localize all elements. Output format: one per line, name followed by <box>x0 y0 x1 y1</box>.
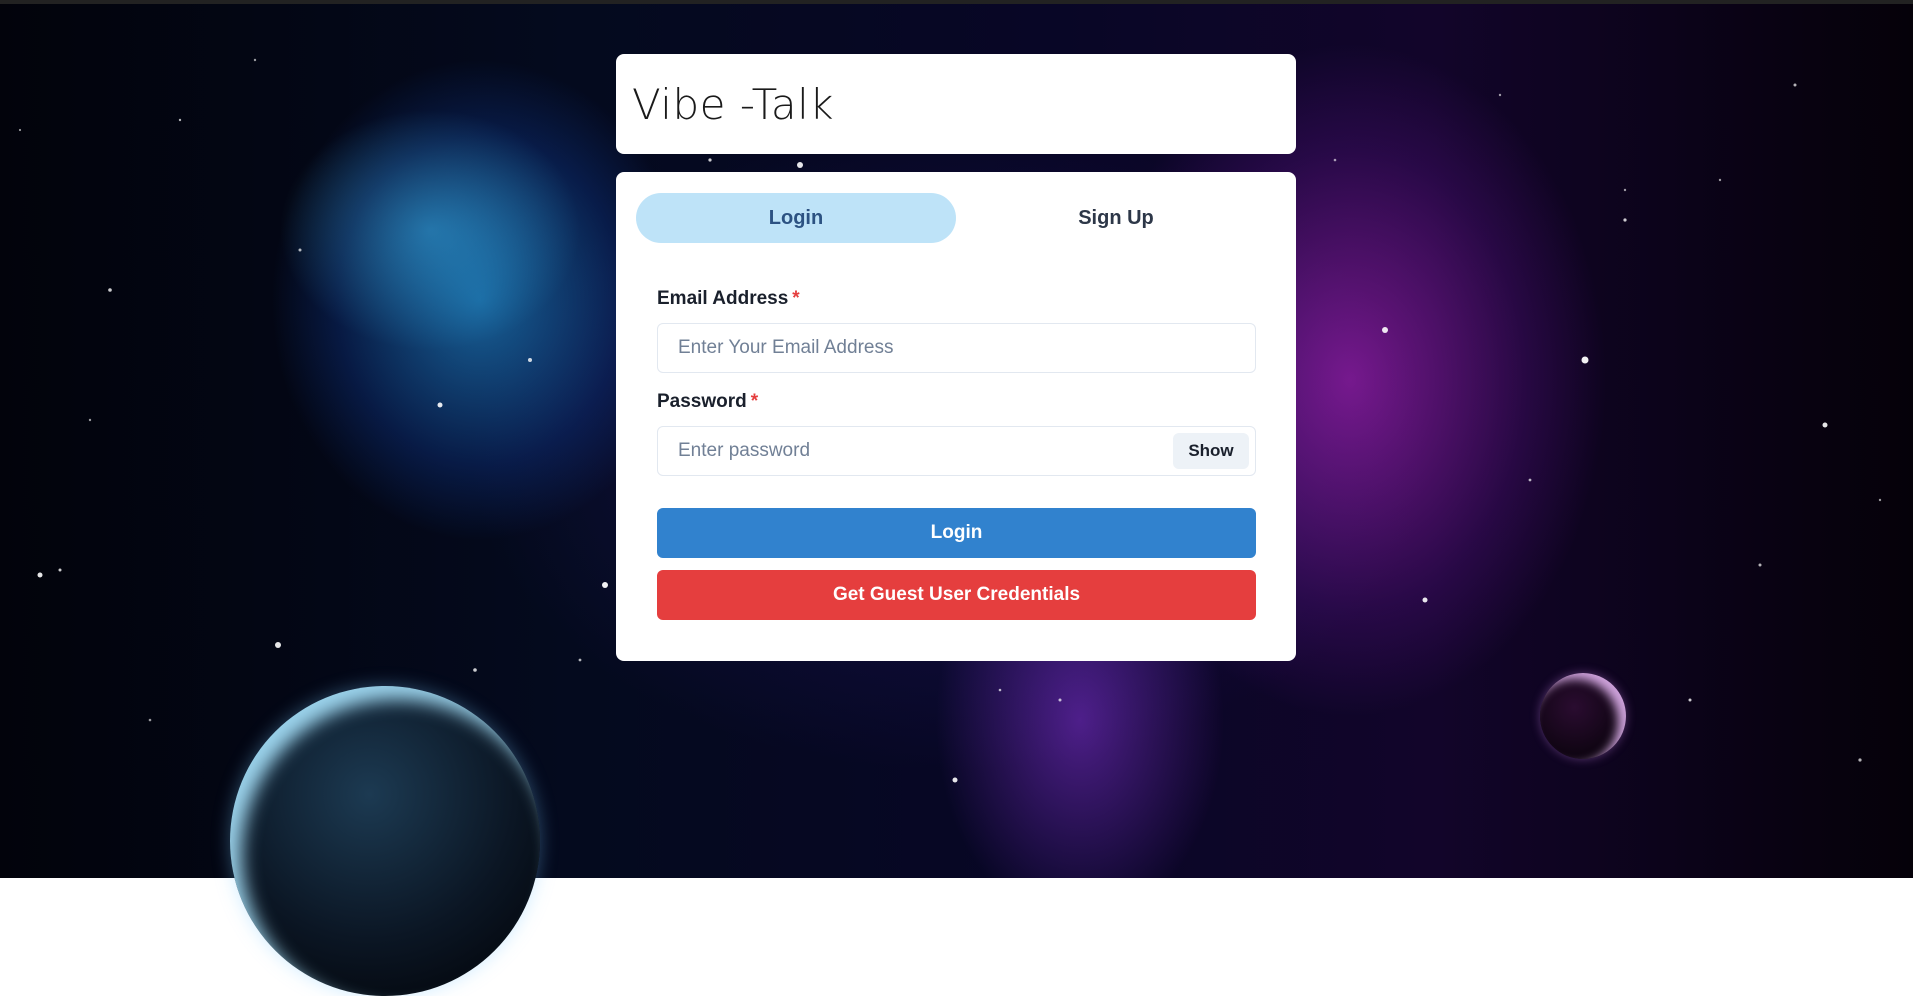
email-field[interactable] <box>658 324 1158 372</box>
auth-tabs: Login Sign Up <box>636 193 1276 243</box>
planet-left-image <box>230 686 540 996</box>
tab-login[interactable]: Login <box>636 193 956 243</box>
email-label: Email Address * <box>657 288 800 310</box>
login-button[interactable]: Login <box>657 508 1256 558</box>
password-label: Password * <box>657 391 758 413</box>
tab-sign-up[interactable]: Sign Up <box>956 193 1276 243</box>
app-header-card: Vibe -Talk <box>616 54 1296 154</box>
password-field[interactable] <box>658 427 1158 475</box>
email-required-mark: * <box>792 288 800 309</box>
password-required-mark: * <box>750 391 759 412</box>
email-field-container <box>657 323 1256 373</box>
password-label-text: Password <box>657 391 747 412</box>
app-title: Vibe -Talk <box>632 79 835 129</box>
auth-card: Login Sign Up Email Address* Password* S… <box>616 172 1296 661</box>
password-field-container: Show <box>657 426 1256 476</box>
email-label-text: Email Address <box>657 288 789 309</box>
show-password-button[interactable]: Show <box>1173 433 1249 469</box>
planet-right-image <box>1540 673 1626 759</box>
guest-credentials-button[interactable]: Get Guest User Credentials <box>657 570 1256 620</box>
